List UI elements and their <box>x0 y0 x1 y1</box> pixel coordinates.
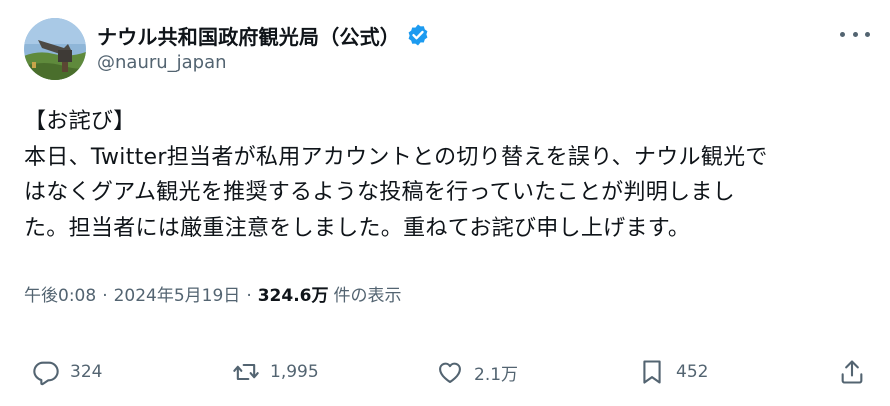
reply-count: 324 <box>70 362 103 382</box>
meta-separator: · <box>102 286 108 306</box>
tweet: ナウル共和国政府観光局（公式） @nauru_japan 【お詫び】 本日、Tw… <box>0 0 890 406</box>
bookmark-button[interactable]: 452 <box>638 356 708 388</box>
views-label: 件の表示 <box>333 286 402 306</box>
tweet-text-line: 【お詫び】 <box>24 109 136 134</box>
meta-separator: · <box>246 286 252 306</box>
tweet-text-line: 本日、Twitter担当者が私用アカウントとの切り替えを誤り、ナウル観光で <box>24 144 768 170</box>
action-bar: 324 1,995 2.1万 452 <box>32 356 872 388</box>
retweet-icon <box>233 363 259 381</box>
retweet-button[interactable]: 1,995 <box>232 356 319 388</box>
heart-icon <box>439 362 461 383</box>
tweet-text-line: はなくグアム観光を推奨するような投稿を行っていたことが判明しまし <box>24 180 735 205</box>
like-count: 2.1万 <box>474 364 519 385</box>
reply-icon <box>33 361 59 386</box>
share-button[interactable] <box>838 356 866 388</box>
avatar[interactable] <box>24 18 86 80</box>
author-display-name[interactable]: ナウル共和国政府観光局（公式） <box>97 21 400 50</box>
tweet-meta: 午後0:08 · 2024年5月19日 · 324.6万 件の表示 <box>24 281 402 306</box>
bookmark-count: 452 <box>676 362 709 382</box>
tweet-time[interactable]: 午後0:08 <box>24 281 96 306</box>
tweet-text: 【お詫び】 本日、Twitter担当者が私用アカウントとの切り替えを誤り、ナウル… <box>24 104 874 246</box>
share-icon <box>841 360 863 384</box>
more-options-icon[interactable] <box>840 22 870 46</box>
author-name-row: ナウル共和国政府観光局（公式） <box>97 20 430 50</box>
tweet-text-line: た。担当者には厳重注意をしました。重ねてお詫び申し上げます。 <box>24 215 691 241</box>
author-handle[interactable]: @nauru_japan <box>97 52 227 73</box>
like-button[interactable]: 2.1万 <box>436 356 518 388</box>
reply-button[interactable]: 324 <box>32 356 102 388</box>
retweet-count: 1,995 <box>270 362 319 382</box>
verified-badge-icon[interactable] <box>406 23 430 47</box>
views-count[interactable]: 324.6万 <box>258 281 329 306</box>
tweet-date[interactable]: 2024年5月19日 <box>114 281 241 306</box>
bookmark-icon <box>643 360 661 384</box>
